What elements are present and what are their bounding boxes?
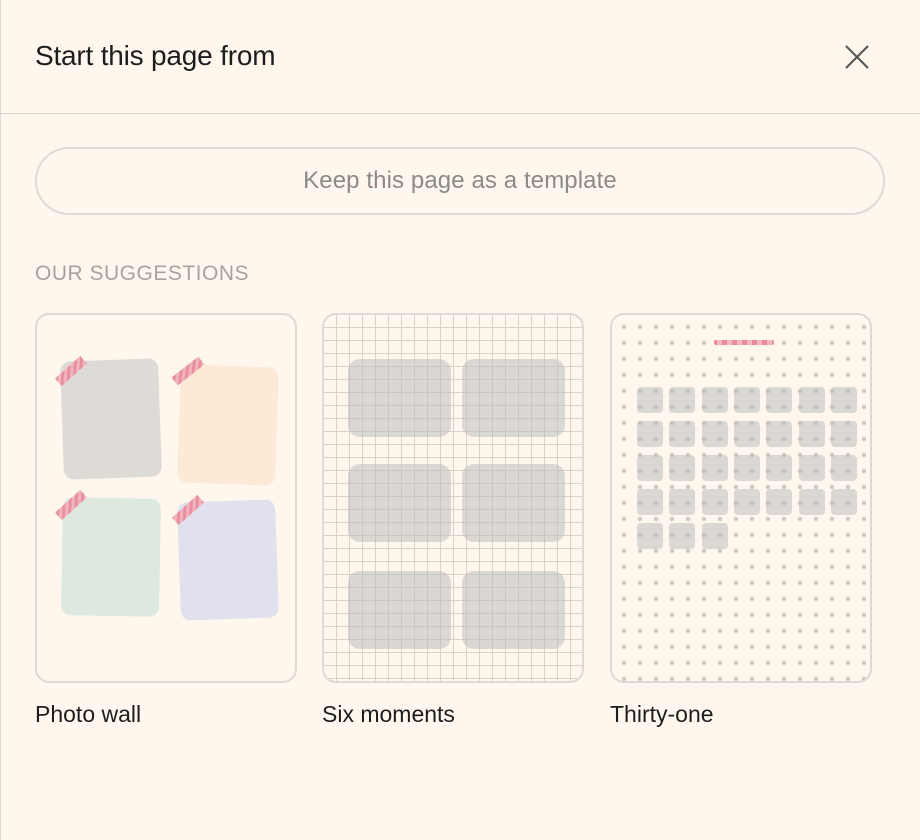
day-slot: [798, 421, 825, 447]
day-slot: [701, 421, 728, 447]
day-slot: [733, 489, 760, 515]
day-slot: [637, 387, 663, 413]
day-slot: [669, 523, 696, 549]
template-label-six-moments: Six moments: [322, 701, 455, 727]
panel-left-border: [0, 0, 1, 840]
keep-as-template-label: Keep this page as a template: [303, 167, 617, 194]
template-card-photo-wall[interactable]: [35, 313, 297, 683]
day-slot: [798, 387, 825, 413]
day-slot: [637, 523, 663, 549]
day-slot: [830, 455, 857, 481]
moment-slot: [462, 359, 565, 437]
day-slot: [669, 455, 696, 481]
photo-frame-mint: [61, 497, 161, 617]
template-label-photo-wall: Photo wall: [35, 701, 142, 727]
day-slot: [798, 489, 825, 515]
day-slot: [766, 421, 793, 447]
suggestions-heading: OUR SUGGESTIONS: [35, 262, 250, 285]
template-label-thirty-one: Thirty-one: [610, 701, 714, 727]
day-slot: [766, 387, 793, 413]
day-slot: [637, 421, 663, 447]
moment-slot: [462, 464, 565, 542]
photo-wall-preview: [55, 355, 279, 621]
day-slot: [766, 455, 793, 481]
photo-frame-gray: [60, 358, 162, 480]
day-slot: [798, 455, 825, 481]
day-slot: [669, 489, 696, 515]
day-slot: [733, 387, 760, 413]
template-card-six-moments[interactable]: [322, 313, 584, 683]
close-icon: [845, 45, 869, 69]
moment-slot: [348, 571, 451, 649]
day-slot: [733, 421, 760, 447]
moment-slot: [348, 359, 451, 437]
day-slot: [830, 387, 857, 413]
moment-slot: [348, 464, 451, 542]
moment-slot: [462, 571, 565, 649]
day-slot: [766, 489, 793, 515]
day-slot: [830, 489, 857, 515]
day-slot: [733, 455, 760, 481]
panel-title: Start this page from: [35, 40, 276, 71]
close-button[interactable]: [840, 40, 874, 74]
keep-as-template-button[interactable]: Keep this page as a template: [35, 147, 885, 215]
day-slot: [701, 387, 728, 413]
template-card-thirty-one[interactable]: [610, 313, 872, 683]
day-slot: [669, 387, 696, 413]
day-slot: [701, 489, 728, 515]
day-slot: [637, 489, 663, 515]
photo-frame-peach: [177, 364, 279, 486]
day-slot: [830, 421, 857, 447]
day-slot: [637, 455, 663, 481]
day-slot: [669, 421, 696, 447]
title-tape: [714, 340, 774, 345]
day-slot: [701, 455, 728, 481]
photo-frame-lavender: [177, 499, 279, 621]
day-slot: [701, 523, 728, 549]
panel-header: Start this page from: [0, 0, 920, 114]
